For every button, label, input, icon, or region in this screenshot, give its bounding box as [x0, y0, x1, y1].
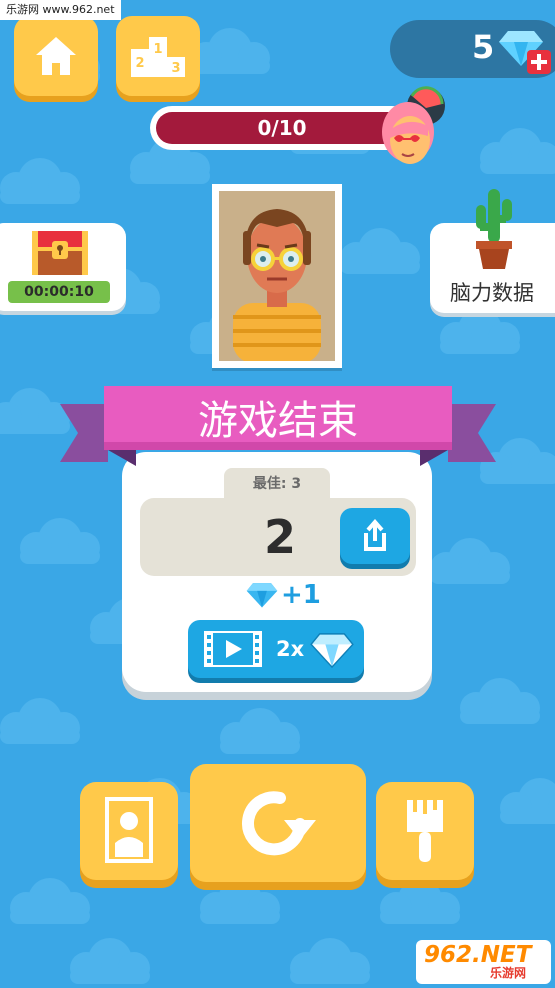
leaderboard-button[interactable]: 1 2 3 [116, 16, 200, 96]
portrait-background [219, 191, 335, 361]
replay-button[interactable] [190, 764, 366, 882]
chest-timer-bar: 00:00:10 [8, 281, 110, 303]
podium-icon: 1 2 3 [131, 37, 185, 77]
home-icon [36, 37, 76, 75]
paint-customize-button[interactable] [376, 782, 474, 880]
man-portrait-icon [233, 209, 321, 361]
portrait-gallery-icon [105, 797, 153, 863]
game-over-title: 游戏结束 [198, 398, 358, 444]
character-portrait [212, 184, 342, 368]
watermark-top-text: 乐游网 www.962.net [0, 0, 121, 20]
result-panel: 最佳: 3 2 +1 2x [122, 452, 432, 692]
character-avatar-icon [382, 86, 445, 164]
plus-icon[interactable] [527, 50, 551, 74]
reward-multiplier: 2x [276, 637, 305, 661]
paint-brush-icon [407, 800, 443, 862]
watch-video-double-reward-button[interactable]: 2x [188, 620, 364, 678]
progress-label: 0/10 [257, 116, 307, 140]
diamond-icon [246, 583, 278, 608]
progress-track: 0/10 [156, 112, 408, 144]
brain-stats-card[interactable]: 脑力数据 [430, 189, 555, 313]
brain-stats-label: 脑力数据 [450, 281, 534, 305]
podium-rank-3: 3 [171, 61, 180, 76]
site-watermark-logo: 962.NET 乐游网 [416, 940, 551, 984]
share-icon [364, 519, 386, 551]
watermark-logo-sub: 乐游网 [490, 966, 527, 980]
gem-counter[interactable]: 5 [390, 20, 555, 78]
gem-reward-amount: +1 [281, 580, 321, 610]
score-box: 2 [140, 498, 416, 576]
cactus-icon [476, 189, 512, 269]
level-progress-bar: 0/10 [150, 106, 414, 150]
share-button[interactable] [340, 508, 410, 564]
chest-card[interactable]: 00:00:10 [0, 223, 126, 311]
podium-rank-1: 1 [153, 42, 162, 57]
diamond-icon [310, 633, 354, 668]
score-value: 2 [263, 510, 296, 564]
gem-reward: +1 [246, 578, 321, 612]
game-over-title-wrap: 游戏结束 [60, 386, 496, 480]
home-button[interactable] [14, 16, 98, 96]
chest-timer: 00:00:10 [24, 284, 94, 300]
film-play-icon [204, 631, 262, 667]
character-gallery-button[interactable] [80, 782, 178, 880]
gem-count: 5 [472, 28, 495, 66]
treasure-chest-icon [32, 231, 88, 275]
replay-icon [242, 791, 316, 856]
podium-rank-2: 2 [135, 56, 144, 71]
